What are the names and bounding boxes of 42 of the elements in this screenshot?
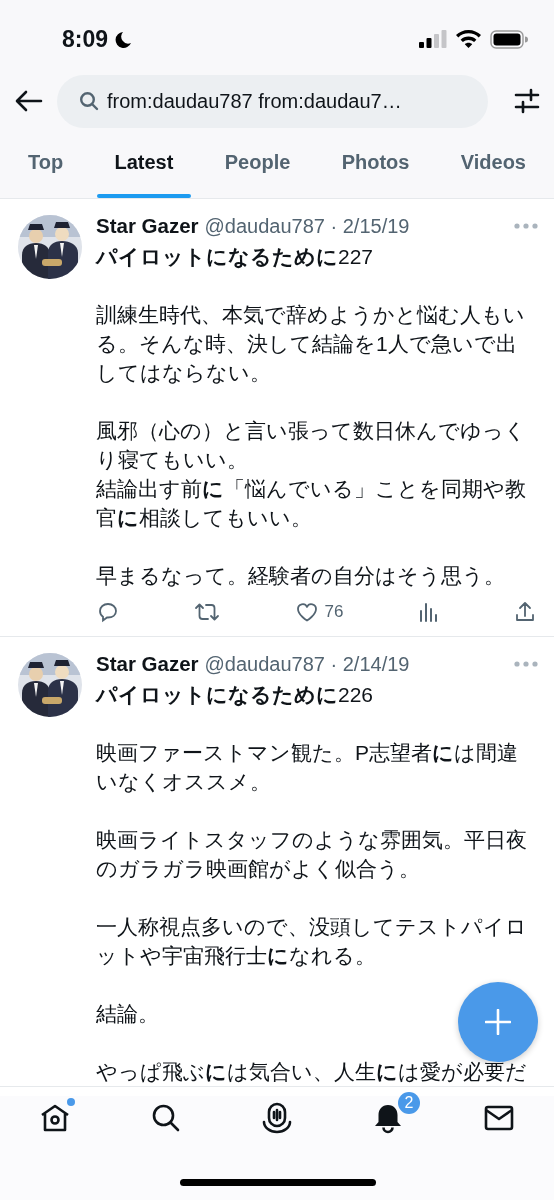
tweet-text: 結論出す前に「悩んでいる」ことを同期や教官に相談してもいい。: [96, 476, 527, 531]
like-count: 76: [324, 602, 344, 622]
tweet-text: 結論。: [96, 1001, 159, 1027]
tab[interactable]: Top: [10, 132, 82, 198]
back-arrow-icon[interactable]: [14, 89, 44, 113]
home-icon[interactable]: [39, 1102, 71, 1134]
reply-icon[interactable]: [96, 600, 120, 624]
plus-icon: [485, 1009, 511, 1035]
notification-count: 2: [398, 1092, 420, 1114]
signal-icon: [419, 30, 447, 48]
tweet-text: 映画ファーストマン観た。P志望者には間違いなくオススメ。: [96, 740, 519, 795]
sliders-icon[interactable]: [514, 88, 540, 114]
tab[interactable]: Latest: [96, 132, 192, 198]
tweet-meta: @daudau787 · 2/15/19: [204, 214, 410, 238]
more-icon: [514, 222, 538, 230]
tweet-text: パイロットになるために226: [96, 682, 374, 709]
heart-icon[interactable]: [294, 600, 319, 624]
compose-button[interactable]: [458, 982, 538, 1062]
tab[interactable]: Photos: [323, 132, 428, 198]
bell-icon[interactable]: [372, 1102, 404, 1134]
battery-icon: [490, 29, 528, 49]
tweet-text: 訓練生時代、本気で辞めようかと悩む人もいる。そんな時、決して結論を1人で急いで出してはならない。: [96, 302, 526, 386]
tab[interactable]: Videos: [442, 132, 544, 198]
tweet-meta: @daudau787 · 2/14/19: [204, 652, 410, 676]
author-name[interactable]: Star Gazer: [96, 652, 199, 676]
tweet-text: パイロットになるために227: [96, 244, 374, 271]
bar-chart-icon[interactable]: [417, 601, 440, 623]
status-time: 8:09: [62, 25, 109, 53]
tweet-text: やっぱ飛ぶには気合い、人生には愛が必要だ: [96, 1059, 527, 1085]
more-icon: [514, 660, 538, 668]
search-icon: [79, 91, 99, 111]
tweet-text: 風邪（心の）と言い張って数日休んでゆっくり寝てもいい。: [96, 418, 527, 473]
wifi-icon: [456, 30, 481, 48]
search-field[interactable]: from:daudau787 from:daudau7…: [57, 74, 488, 128]
tab[interactable]: People: [206, 132, 309, 198]
search-icon[interactable]: [150, 1102, 182, 1134]
tweet-text: 一人称視点多いので、没頭してテストパイロットや宇宙飛行士になれる。: [96, 914, 528, 969]
tweet-text: 映画ライトスタッフのような雰囲気。平日夜のガラガラ映画館がよく似合う。: [96, 827, 528, 882]
tweet-text: 早まるなって。経験者の自分はそう思う。: [96, 563, 505, 589]
author-name[interactable]: Star Gazer: [96, 214, 199, 238]
microphone-icon[interactable]: [261, 1102, 293, 1134]
share-icon[interactable]: [514, 600, 536, 624]
